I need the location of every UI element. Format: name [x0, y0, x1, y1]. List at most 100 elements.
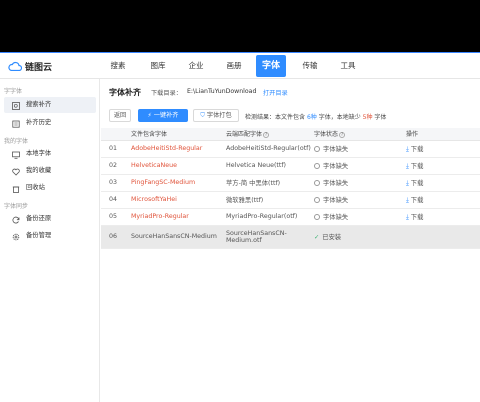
- row-num: 05: [101, 208, 131, 226]
- lightning-icon: ⚡: [147, 112, 152, 119]
- refresh-icon: [12, 215, 20, 224]
- row-file-font: SourceHanSansCN-Medium: [131, 225, 226, 249]
- download-icon: ⤓: [406, 213, 409, 221]
- missing-status-icon: [314, 180, 320, 186]
- detect-middle: 字体，本地缺少: [318, 114, 361, 121]
- download-icon: ⤓: [406, 179, 409, 187]
- row-file-font: AdobeHeitiStd-Regular: [131, 140, 226, 158]
- table-row[interactable]: 06 SourceHanSansCN-Medium SourceHanSansC…: [101, 225, 480, 249]
- row-status-label: 已安装: [322, 234, 342, 241]
- sidebar-item-backup-manage[interactable]: 备份管理: [4, 228, 96, 244]
- sidebar: 字字体 搜索补齐 补齐历史 我的字体 本地字体 我的收藏 回收站 字体同步 备份…: [0, 79, 100, 402]
- col-action: 操作: [406, 128, 480, 141]
- row-download[interactable]: ⤓ 下载: [406, 174, 480, 192]
- font-table: 文件包含字体 云端匹配字体? 字体状态? 操作 01 AdobeHeitiStd…: [101, 128, 480, 249]
- sidebar-item-trash[interactable]: 回收站: [4, 180, 96, 196]
- row-download-label: 下载: [410, 179, 424, 187]
- one-click-label: 一键补齐: [153, 112, 179, 119]
- sidebar-item-history[interactable]: 补齐历史: [4, 115, 96, 131]
- main-content: 字体补齐 下载目录： E:\LianTuYunDownload 打开目录 返回 …: [101, 79, 480, 402]
- nav-tools[interactable]: 工具: [336, 53, 360, 79]
- sidebar-group-my-fonts: 我的字体: [4, 138, 29, 145]
- sidebar-item-label: 回收站: [26, 184, 45, 191]
- table-row[interactable]: 04 MicrosoftYaHei 微软雅黑(ttf) 字体缺失 ⤓ 下载: [101, 191, 480, 209]
- detect-prefix: 检测结果：本文件包含: [245, 114, 306, 121]
- table-row[interactable]: 05 MyriadPro-Regular MyriadPro-Regular(o…: [101, 208, 480, 226]
- sidebar-item-backup-restore[interactable]: 备份还原: [4, 211, 96, 227]
- row-num: 02: [101, 157, 131, 175]
- sidebar-item-search-complete[interactable]: 搜索补齐: [4, 97, 96, 113]
- nav-fonts[interactable]: 字体: [256, 55, 286, 77]
- detect-result: 检测结果：本文件包含 6种 字体，本地缺少 5种 字体: [245, 112, 386, 121]
- row-file-font: HelveticaNeue: [131, 157, 226, 175]
- trash-icon: [12, 184, 20, 193]
- row-num: 03: [101, 174, 131, 192]
- row-status-label: 字体缺失: [323, 197, 349, 204]
- open-dir-link[interactable]: 打开目录: [263, 88, 288, 97]
- detect-missing: 5种: [362, 114, 373, 121]
- row-file-font: PingFangSC-Medium: [131, 174, 226, 192]
- help-icon[interactable]: ?: [339, 132, 346, 139]
- download-icon: ⤓: [406, 162, 409, 170]
- detect-suffix: 字体: [374, 114, 387, 121]
- col-cloud-match-label: 云端匹配字体: [226, 131, 263, 139]
- download-icon: ⤓: [406, 196, 409, 204]
- row-status: 字体缺失: [314, 157, 406, 175]
- row-action-empty: [406, 225, 480, 249]
- row-download[interactable]: ⤓ 下载: [406, 140, 480, 158]
- download-icon: ⤓: [406, 145, 409, 153]
- missing-status-icon: [314, 163, 320, 169]
- sidebar-item-label: 备份管理: [26, 232, 52, 239]
- row-download-label: 下载: [410, 145, 424, 153]
- table-row[interactable]: 03 PingFangSC-Medium 苹方-简 中黑体(ttf) 字体缺失 …: [101, 174, 480, 192]
- col-file-font: 文件包含字体: [131, 128, 226, 141]
- cloud-logo-icon: [8, 61, 23, 72]
- row-download-label: 下载: [410, 162, 424, 170]
- row-status: 字体缺失: [314, 191, 406, 209]
- row-num: 01: [101, 140, 131, 158]
- row-status: 字体缺失: [314, 140, 406, 158]
- gear-icon: [12, 232, 20, 241]
- row-status-label: 字体缺失: [323, 163, 349, 170]
- table-row[interactable]: 02 HelveticaNeue Helvetica Neue(ttf) 字体缺…: [101, 157, 480, 175]
- missing-status-icon: [314, 197, 320, 203]
- nav-album[interactable]: 画册: [222, 53, 246, 79]
- check-icon: ✓: [314, 234, 320, 241]
- row-download-label: 下载: [410, 213, 424, 221]
- missing-status-icon: [314, 214, 320, 220]
- pack-fonts-button[interactable]: ⛉ 字体打包: [193, 109, 239, 122]
- download-dir-path: E:\LianTuYunDownload: [187, 88, 257, 95]
- sidebar-item-favorites[interactable]: 我的收藏: [4, 163, 96, 179]
- row-download[interactable]: ⤓ 下载: [406, 157, 480, 175]
- row-cloud-match: SourceHanSansCN-Medium.otf: [226, 225, 314, 249]
- sidebar-item-label: 补齐历史: [26, 119, 52, 126]
- one-click-complete-button[interactable]: ⚡ 一键补齐: [138, 109, 188, 122]
- nav-enterprise[interactable]: 企业: [184, 53, 208, 79]
- row-status-label: 字体缺失: [323, 146, 349, 153]
- row-status-label: 字体缺失: [323, 180, 349, 187]
- nav-transfer[interactable]: 传输: [298, 53, 322, 79]
- nav-search[interactable]: 搜素: [106, 53, 130, 79]
- heart-icon: [12, 167, 20, 176]
- app-logo[interactable]: 链图云: [8, 59, 52, 73]
- sidebar-group-fonts: 字字体: [4, 88, 23, 95]
- nav-gallery[interactable]: 图库: [146, 53, 170, 79]
- row-file-font: MyriadPro-Regular: [131, 208, 226, 226]
- row-download-label: 下载: [410, 196, 424, 204]
- app-name: 链图云: [25, 62, 53, 73]
- download-dir-label: 下载目录：: [151, 90, 182, 97]
- detect-count: 6种: [306, 114, 317, 121]
- sidebar-item-label: 本地字体: [26, 150, 52, 157]
- row-cloud-match: Helvetica Neue(ttf): [226, 157, 314, 175]
- back-button[interactable]: 返回: [109, 109, 131, 122]
- sidebar-item-local-fonts[interactable]: 本地字体: [4, 146, 96, 162]
- row-cloud-match: AdobeHeitiStd-Regular(otf): [226, 140, 314, 158]
- row-status: 字体缺失: [314, 208, 406, 226]
- row-download[interactable]: ⤓ 下载: [406, 208, 480, 226]
- table-row[interactable]: 01 AdobeHeitiStd-Regular AdobeHeitiStd-R…: [101, 140, 480, 158]
- row-download[interactable]: ⤓ 下载: [406, 191, 480, 209]
- sidebar-item-label: 搜索补齐: [26, 101, 52, 108]
- col-num: [101, 128, 131, 141]
- help-icon[interactable]: ?: [263, 132, 270, 139]
- row-status-label: 字体缺失: [323, 214, 349, 221]
